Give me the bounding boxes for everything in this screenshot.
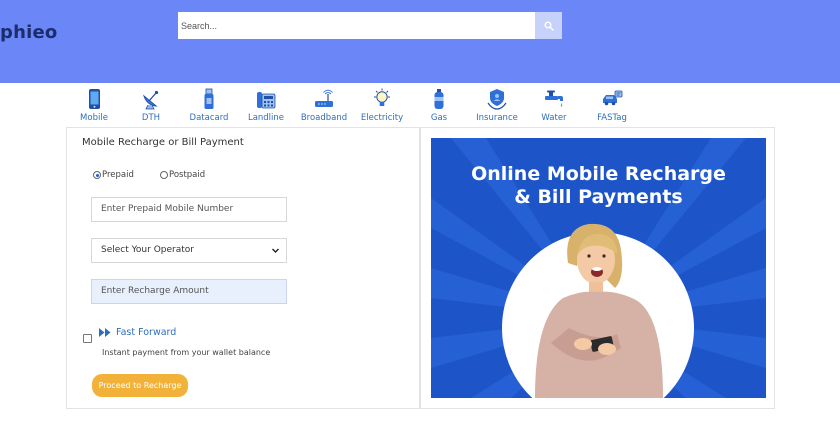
chevron-down-icon (272, 248, 279, 253)
operator-select[interactable]: Select Your Operator (91, 238, 287, 263)
radio-button[interactable] (160, 171, 168, 179)
radio-postpaid[interactable]: Postpaid (160, 170, 205, 180)
mobile-number-placeholder: Enter Prepaid Mobile Number (101, 204, 234, 214)
fast-forward-subtitle: Instant payment from your wallet balance (102, 348, 271, 357)
radio-prepaid[interactable]: Prepaid (93, 170, 134, 180)
nav-label: Landline (247, 113, 285, 123)
nav-item-landline[interactable]: Landline (236, 88, 296, 123)
mobile-number-input[interactable]: Enter Prepaid Mobile Number (91, 197, 287, 222)
nav-item-fastag[interactable]: FASTag (582, 88, 642, 123)
nav-item-datacard[interactable]: Datacard (179, 88, 239, 123)
light-bulb-icon (374, 88, 390, 106)
recharge-form-panel: Mobile Recharge or Bill Payment Prepaid … (66, 127, 420, 409)
fastag-car-icon (603, 90, 623, 106)
nav-item-mobile[interactable]: Mobile (64, 88, 124, 123)
fast-forward-link[interactable]: Fast Forward (99, 327, 176, 338)
search-icon (544, 21, 554, 31)
recharge-amount-input[interactable]: Enter Recharge Amount (91, 279, 287, 304)
router-icon (315, 89, 333, 107)
woman-with-phone-illustration (535, 223, 663, 398)
fast-forward-checkbox[interactable] (83, 334, 92, 343)
nav-item-water[interactable]: Water (524, 88, 584, 123)
satellite-dish-icon (142, 90, 159, 110)
nav-label: Broadband (300, 113, 348, 123)
search-bar (178, 12, 562, 39)
nav-item-dth[interactable]: DTH (121, 88, 181, 123)
operator-select-value: Select Your Operator (101, 245, 194, 255)
proceed-to-recharge-button[interactable]: Proceed to Recharge (92, 374, 188, 397)
nav-label: Mobile (80, 113, 108, 123)
radio-label: Prepaid (102, 170, 134, 180)
insurance-icon (487, 89, 507, 110)
site-header: phieo (0, 0, 840, 83)
radio-button-selected[interactable] (93, 171, 101, 179)
site-logo[interactable]: phieo (0, 22, 57, 43)
water-tap-icon (545, 90, 563, 107)
nav-label: Gas (430, 113, 448, 123)
recharge-amount-placeholder: Enter Recharge Amount (101, 286, 209, 296)
radio-label: Postpaid (169, 170, 206, 180)
nav-label: Electricity (360, 113, 404, 123)
gas-cylinder-icon (434, 89, 444, 109)
nav-label: DTH (141, 113, 161, 123)
nav-item-broadband[interactable]: Broadband (294, 88, 354, 123)
form-title: Mobile Recharge or Bill Payment (82, 137, 244, 148)
search-button[interactable] (535, 12, 562, 39)
mobile-icon (89, 89, 100, 109)
promo-banner[interactable]: Online Mobile Recharge & Bill Payments (431, 138, 766, 398)
usb-datacard-icon (204, 88, 214, 109)
nav-label: Datacard (189, 113, 229, 123)
nav-item-insurance[interactable]: Insurance (467, 88, 527, 123)
search-input[interactable] (178, 12, 535, 39)
nav-label: Insurance (476, 113, 518, 123)
nav-item-electricity[interactable]: Electricity (352, 88, 412, 123)
promo-panel: Online Mobile Recharge & Bill Payments (420, 127, 775, 409)
fast-forward-icon (99, 328, 111, 337)
landline-phone-icon (257, 92, 276, 109)
nav-item-gas[interactable]: Gas (409, 88, 469, 123)
fast-forward-title: Fast Forward (116, 327, 177, 338)
nav-label: Water (541, 113, 567, 123)
nav-label: FASTag (597, 113, 627, 123)
